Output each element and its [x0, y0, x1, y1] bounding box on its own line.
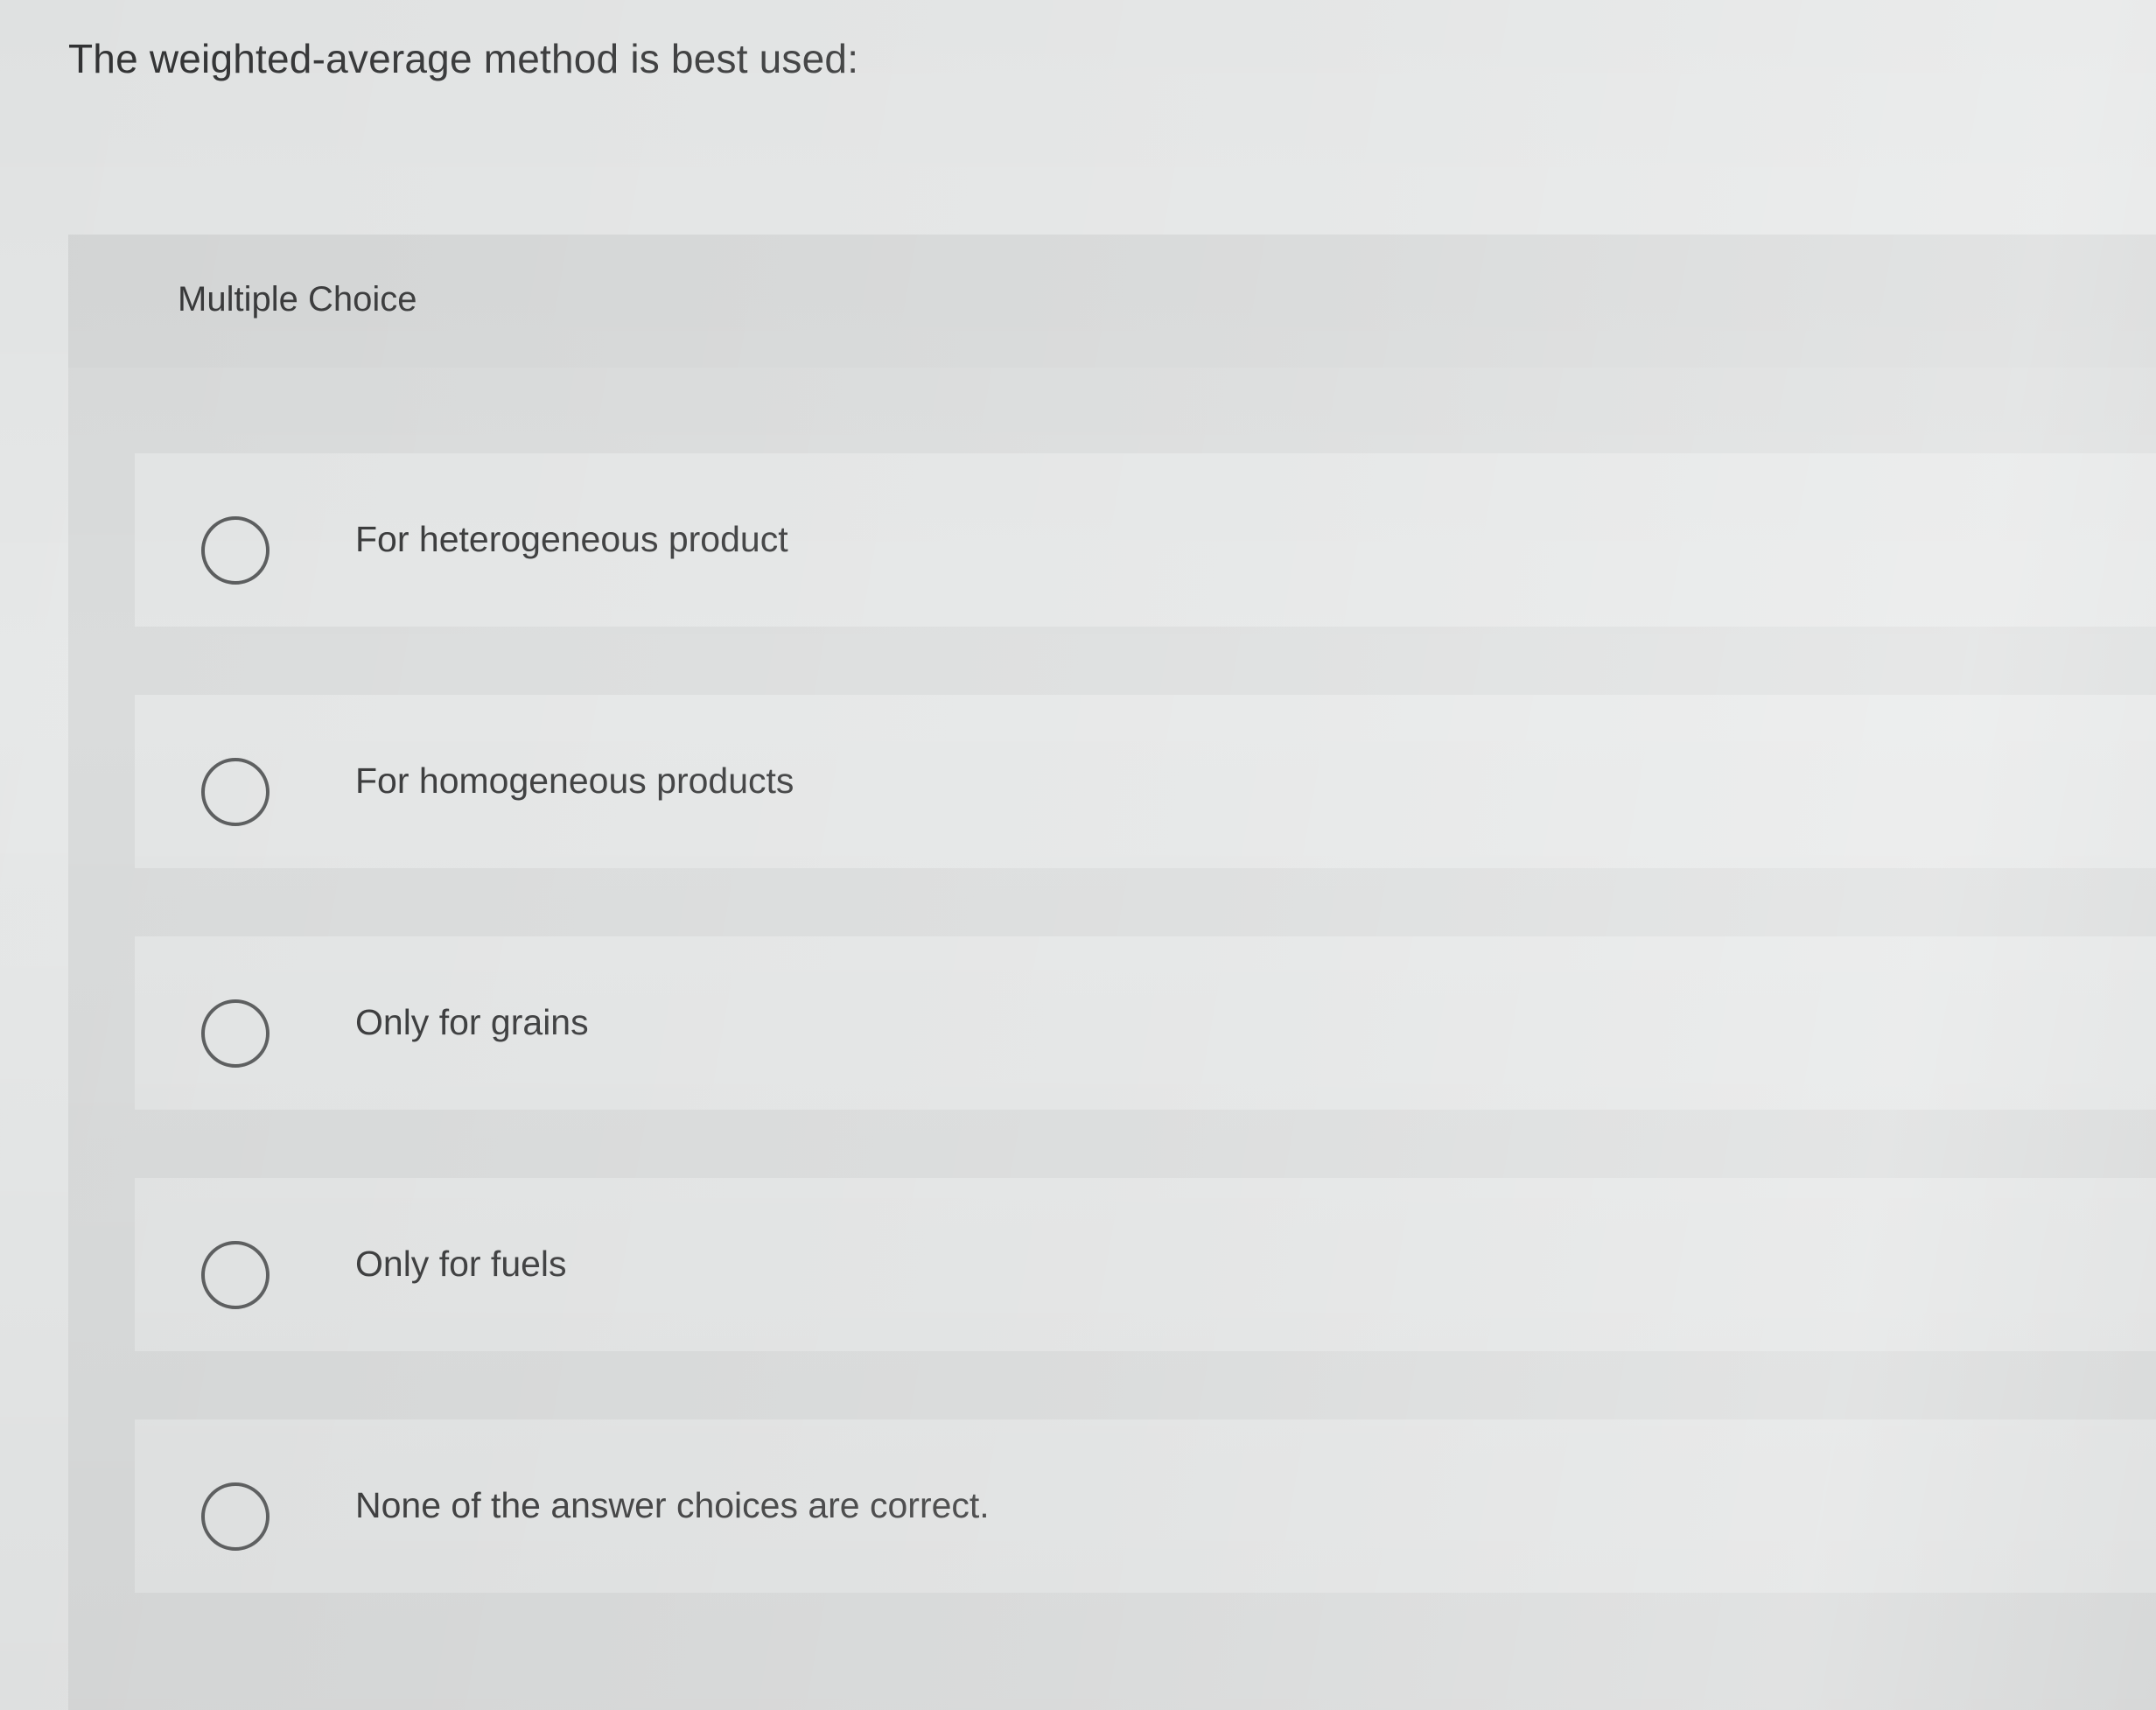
radio-circle-icon[interactable] — [201, 1482, 270, 1551]
choice-option-4[interactable]: Only for fuels — [135, 1178, 2156, 1351]
choice-list: For heterogeneous product For homogeneou… — [135, 453, 2156, 1661]
question-type-label: Multiple Choice — [178, 280, 417, 319]
choice-option-3[interactable]: Only for grains — [135, 936, 2156, 1110]
choice-option-1[interactable]: For heterogeneous product — [135, 453, 2156, 627]
choice-label: For heterogeneous product — [355, 519, 788, 559]
choice-option-2[interactable]: For homogeneous products — [135, 695, 2156, 868]
choice-option-5[interactable]: None of the answer choices are correct. — [135, 1419, 2156, 1593]
question-text: The weighted-average method is best used… — [68, 36, 859, 81]
panel-header: Multiple Choice — [68, 235, 2156, 368]
choice-label: Only for fuels — [355, 1244, 567, 1284]
radio-circle-icon[interactable] — [201, 999, 270, 1068]
choice-label: Only for grains — [355, 1002, 589, 1042]
radio-circle-icon[interactable] — [201, 1241, 270, 1309]
radio-circle-icon[interactable] — [201, 516, 270, 585]
choice-label: None of the answer choices are correct. — [355, 1485, 990, 1525]
multiple-choice-panel: Multiple Choice For heterogeneous produc… — [68, 235, 2156, 1710]
radio-circle-icon[interactable] — [201, 758, 270, 826]
choice-label: For homogeneous products — [355, 760, 794, 801]
